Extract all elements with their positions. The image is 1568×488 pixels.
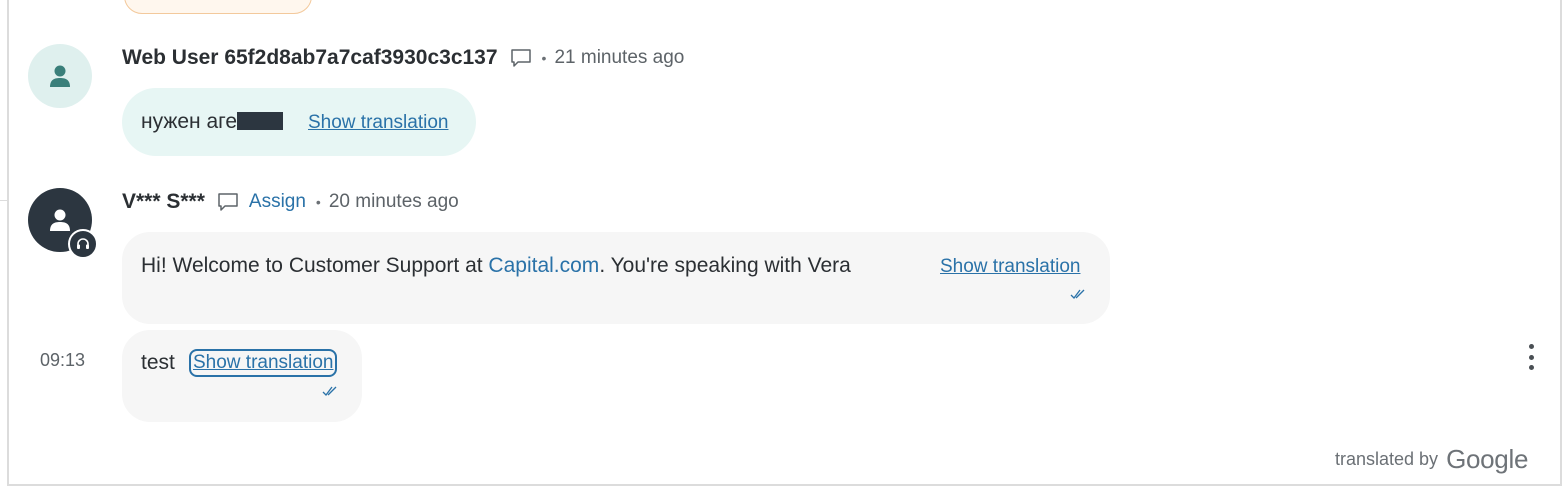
message-text-after: . You're speaking with Vera bbox=[599, 254, 851, 277]
user-avatar bbox=[28, 44, 92, 108]
message-meta-user: Web User 65f2d8ab7a7caf3930c3c137 • 21 m… bbox=[122, 46, 684, 70]
author-name: V*** S*** bbox=[122, 190, 205, 213]
message-bubble-agent: test Show translation bbox=[122, 330, 362, 422]
double-check-icon bbox=[322, 386, 337, 396]
double-check-icon bbox=[1070, 289, 1085, 299]
message-text: Hi! Welcome to Customer Support at Capit… bbox=[141, 254, 851, 278]
comment-icon[interactable] bbox=[217, 191, 239, 213]
message-bubble-user: нужен аге Show translation bbox=[122, 88, 476, 156]
headset-icon bbox=[68, 229, 98, 259]
message-text-content: нужен аге bbox=[141, 110, 238, 133]
translation-attribution: translated by Google bbox=[1335, 444, 1528, 475]
previous-message-bubble bbox=[124, 0, 312, 14]
message-text: нужен аге bbox=[141, 110, 284, 134]
assign-link[interactable]: Assign bbox=[249, 191, 306, 213]
redaction-block bbox=[237, 112, 284, 130]
show-translation-link[interactable]: Show translation bbox=[308, 112, 448, 134]
divider bbox=[0, 200, 7, 201]
comment-icon[interactable] bbox=[510, 47, 532, 69]
message-meta-agent: V*** S*** Assign • 20 minutes ago bbox=[122, 190, 459, 214]
capital-link[interactable]: Capital.com bbox=[488, 254, 599, 277]
translated-by-text: translated by bbox=[1335, 449, 1439, 469]
person-icon bbox=[50, 209, 70, 231]
message-timestamp: 09:13 bbox=[40, 350, 86, 370]
author-name: Web User 65f2d8ab7a7caf3930c3c137 bbox=[122, 46, 498, 69]
separator-dot: • bbox=[315, 194, 321, 210]
person-icon bbox=[50, 65, 70, 87]
kebab-menu-icon[interactable] bbox=[1522, 344, 1540, 370]
show-translation-link[interactable]: Show translation bbox=[189, 349, 338, 377]
message-time: 20 minutes ago bbox=[328, 191, 459, 212]
message-bubble-agent: Hi! Welcome to Customer Support at Capit… bbox=[122, 232, 1110, 324]
separator-dot: • bbox=[541, 50, 547, 66]
show-translation-link[interactable]: Show translation bbox=[940, 256, 1080, 278]
message-text-before: Hi! Welcome to Customer Support at bbox=[141, 254, 489, 277]
message-time: 21 minutes ago bbox=[554, 47, 685, 68]
google-logo: Google bbox=[1446, 444, 1529, 474]
message-text: test bbox=[141, 351, 175, 374]
